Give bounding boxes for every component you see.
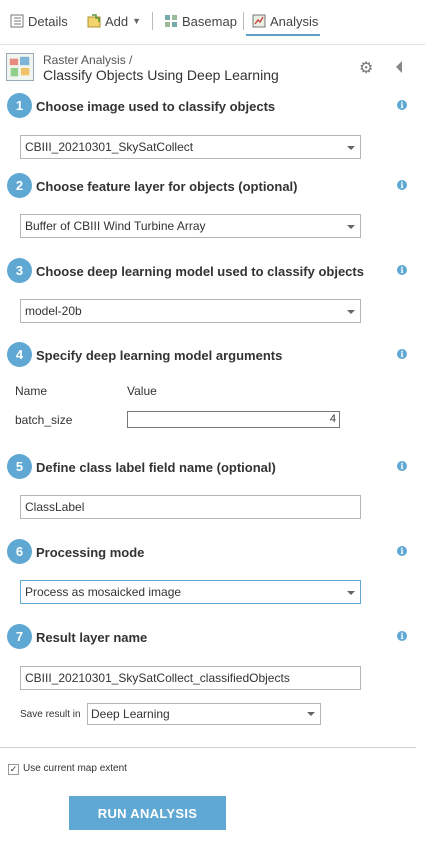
- use-map-extent-label: Use current map extent: [23, 763, 127, 774]
- processing-mode-select[interactable]: Process as mosaicked image: [20, 580, 361, 604]
- result-layer-name-input[interactable]: CBIII_20210301_SkySatCollect_classifiedO…: [20, 666, 361, 690]
- feature-layer-select[interactable]: Buffer of CBIII Wind Turbine Array: [20, 214, 361, 238]
- processing-mode-value: Process as mosaicked image: [25, 585, 182, 599]
- info-icon[interactable]: i: [397, 631, 407, 641]
- chevron-down-icon: [347, 591, 355, 595]
- batch-size-input[interactable]: 4: [127, 411, 340, 428]
- analysis-label: Analysis: [270, 13, 319, 29]
- use-map-extent-checkbox[interactable]: ✓: [8, 764, 19, 775]
- details-button[interactable]: Details: [10, 10, 68, 32]
- info-icon[interactable]: i: [397, 546, 407, 556]
- breadcrumb[interactable]: Raster Analysis /: [43, 53, 132, 67]
- step-1-label: Choose image used to classify objects: [36, 99, 276, 114]
- step-5-badge: 5: [7, 454, 32, 479]
- arguments-value-header: Value: [127, 384, 157, 398]
- info-icon[interactable]: i: [397, 180, 407, 190]
- chevron-down-icon: [347, 310, 355, 314]
- step-6-label: Processing mode: [36, 545, 145, 560]
- page-title: Classify Objects Using Deep Learning: [43, 67, 279, 83]
- info-icon[interactable]: i: [397, 265, 407, 275]
- arguments-name-header: Name: [15, 384, 48, 398]
- divider: [0, 747, 416, 748]
- save-result-label: Save result in: [20, 709, 81, 720]
- input-image-value: CBIII_20210301_SkySatCollect: [25, 140, 194, 154]
- add-button[interactable]: Add ▼: [87, 10, 141, 32]
- add-icon: [87, 14, 101, 28]
- raster-analysis-icon: [6, 53, 34, 81]
- details-icon: [10, 14, 24, 28]
- toolbar-divider: [152, 12, 153, 30]
- panel-resize-grip-icon[interactable]: ⋮: [421, 448, 425, 464]
- collapse-panel-icon[interactable]: [396, 61, 402, 73]
- step-3-badge: 3: [7, 258, 32, 283]
- info-icon[interactable]: i: [397, 461, 407, 471]
- argument-name: batch_size: [15, 413, 73, 427]
- model-select[interactable]: model-20b: [20, 299, 361, 323]
- run-analysis-button[interactable]: RUN ANALYSIS: [69, 796, 226, 830]
- step-7-badge: 7: [7, 624, 32, 649]
- info-icon[interactable]: i: [397, 100, 407, 110]
- basemap-button[interactable]: Basemap: [164, 10, 237, 32]
- class-label-field-input[interactable]: ClassLabel: [20, 495, 361, 519]
- step-5-label: Define class label field name (optional): [36, 460, 276, 475]
- chevron-down-icon: ▼: [132, 16, 142, 26]
- save-result-value: Deep Learning: [91, 707, 170, 721]
- chevron-down-icon: [347, 225, 355, 229]
- basemap-icon: [165, 15, 177, 27]
- step-4-label: Specify deep learning model arguments: [36, 348, 283, 363]
- step-1-badge: 1: [7, 93, 32, 118]
- add-label: Add: [105, 13, 129, 29]
- step-3-label: Choose deep learning model used to class…: [36, 264, 364, 279]
- step-2-badge: 2: [7, 173, 32, 198]
- step-2-label: Choose feature layer for objects (option…: [36, 179, 298, 194]
- step-7-label: Result layer name: [36, 630, 148, 645]
- input-image-select[interactable]: CBIII_20210301_SkySatCollect: [20, 135, 361, 159]
- chevron-down-icon: [347, 146, 355, 150]
- gear-icon[interactable]: ⚙: [359, 58, 373, 78]
- toolbar-divider: [243, 12, 244, 30]
- panel-header: Raster Analysis / Classify Objects Using…: [0, 44, 425, 88]
- info-icon[interactable]: i: [397, 349, 407, 359]
- save-result-select[interactable]: Deep Learning: [87, 703, 321, 725]
- basemap-label: Basemap: [182, 13, 237, 29]
- chevron-down-icon: [307, 712, 315, 716]
- toolbar: Details Add ▼ Basemap Analysis: [0, 0, 425, 40]
- feature-layer-value: Buffer of CBIII Wind Turbine Array: [25, 219, 206, 233]
- active-tab-indicator: [246, 34, 320, 36]
- details-label: Details: [28, 13, 68, 29]
- step-4-badge: 4: [7, 342, 32, 367]
- analysis-tab[interactable]: Analysis: [252, 10, 318, 32]
- step-6-badge: 6: [7, 539, 32, 564]
- analysis-icon: [252, 14, 266, 28]
- model-value: model-20b: [25, 304, 82, 318]
